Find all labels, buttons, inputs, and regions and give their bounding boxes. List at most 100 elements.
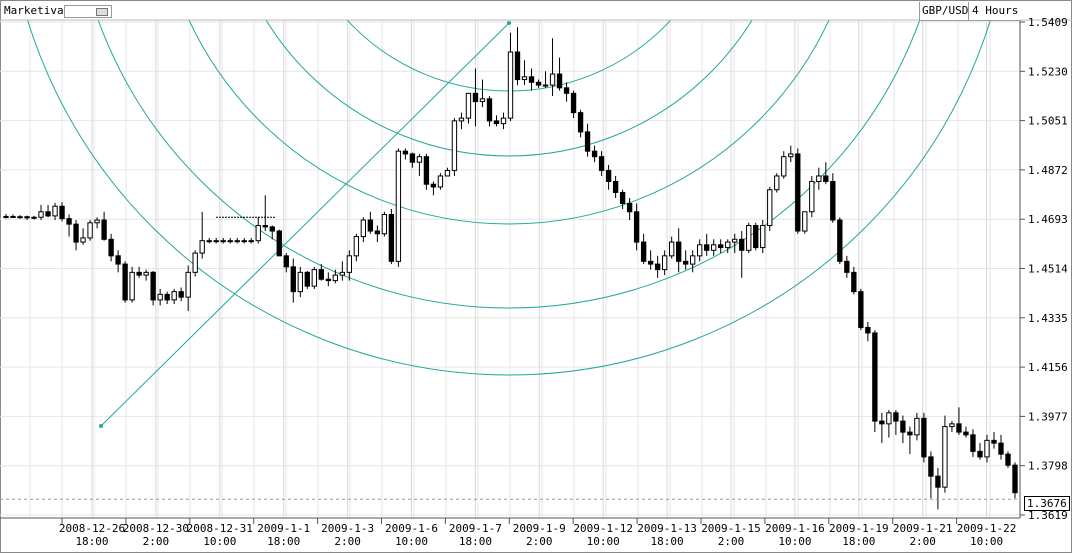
candle-body [921, 417, 927, 458]
candle [626, 197, 633, 221]
candle [640, 233, 647, 265]
candle-body [283, 255, 289, 268]
candle [886, 410, 892, 438]
candle [262, 195, 268, 232]
candle-body [949, 423, 955, 428]
candle [255, 217, 261, 244]
candle-body [31, 216, 37, 219]
candle [360, 217, 367, 243]
candle [977, 443, 983, 460]
candle [213, 237, 219, 244]
candle-body [332, 274, 338, 282]
candle [647, 250, 654, 270]
candle [171, 288, 177, 305]
candle [683, 250, 689, 270]
candle-body [367, 219, 374, 232]
candle-body [591, 150, 598, 158]
candle-body [192, 252, 198, 273]
trend-anchor-end [507, 21, 511, 25]
candle-body [318, 269, 324, 280]
candle [283, 253, 289, 273]
candle-body [1012, 464, 1018, 494]
y-tick-label: 1.4335 [1028, 312, 1068, 325]
candle [192, 250, 198, 277]
candle-body [381, 214, 388, 235]
candle-body [823, 175, 829, 182]
app-name: Marketiva [4, 4, 64, 17]
candle-body [725, 241, 731, 249]
candle-body [900, 420, 906, 433]
candle [59, 202, 65, 222]
candle [809, 175, 815, 218]
candle-body [206, 240, 212, 243]
candle-body [143, 271, 149, 276]
candle [248, 237, 254, 244]
candle [206, 237, 212, 244]
candle-body [101, 219, 107, 240]
candle-body [493, 120, 500, 125]
candle [963, 426, 969, 438]
candle-body [816, 175, 822, 182]
candle-body [388, 214, 395, 262]
candle-body [479, 98, 486, 103]
price-chart[interactable]: 1.5409 1.5230 1.5051 1.4872 1.4693 1.4514 1.43… [0, 0, 1072, 553]
candle [711, 239, 717, 256]
x-tick-date: 2008-12-31 [187, 522, 253, 535]
candle-body [998, 442, 1004, 455]
candle-body [521, 76, 528, 81]
candle-body [914, 417, 920, 436]
timeframe-label[interactable]: 4 Hours [972, 4, 1018, 17]
candle [844, 255, 850, 278]
candle [991, 432, 997, 449]
candle [781, 151, 787, 179]
candle [942, 415, 948, 493]
candle-body [577, 112, 584, 133]
candle-body [661, 255, 668, 271]
candle [52, 202, 58, 221]
candle-body [781, 156, 787, 177]
candle [304, 270, 310, 289]
candle-body [66, 218, 72, 225]
candle [921, 412, 927, 463]
candle [697, 239, 703, 262]
candle-body [262, 225, 268, 228]
scroll-grip-icon[interactable] [96, 8, 108, 16]
candle [388, 209, 395, 265]
candle [837, 217, 843, 265]
candle-body [38, 211, 44, 218]
candle-body [178, 291, 184, 298]
candle [472, 68, 479, 127]
candle-body [984, 439, 990, 458]
candle [732, 233, 738, 254]
candle-body [830, 180, 836, 221]
candle [479, 79, 486, 108]
candle-body [956, 423, 962, 433]
candle-body [697, 244, 703, 257]
candle-body [893, 412, 899, 422]
candle [122, 261, 128, 303]
y-tick-label: 1.3798 [1028, 460, 1068, 473]
candle [907, 426, 913, 455]
instrument-box: GBP/USD 4 Hours [919, 2, 1020, 21]
x-tick-date: 2009-1-9 [513, 522, 566, 535]
candle-body [774, 175, 780, 191]
candle [760, 220, 766, 254]
scroll-control[interactable] [64, 5, 112, 18]
candle-body [739, 238, 745, 251]
y-tick-label: 1.5051 [1028, 115, 1068, 128]
candle [178, 287, 184, 302]
candle-body [395, 150, 402, 262]
x-tick-date: 2009-1-7 [449, 522, 502, 535]
candle [241, 237, 247, 244]
candle-body [24, 216, 30, 219]
candle [690, 250, 696, 273]
candle-body [430, 183, 437, 188]
candle-body [879, 420, 885, 425]
candle [998, 434, 1004, 460]
candle-body [164, 293, 170, 301]
price-axis: 1.5409 1.5230 1.5051 1.4872 1.4693 1.4514 1.43… [1020, 16, 1068, 522]
y-tick-label: 1.4156 [1028, 361, 1068, 374]
candle [830, 173, 836, 223]
candle [514, 27, 521, 86]
x-tick-time: 2:00 [909, 535, 936, 548]
